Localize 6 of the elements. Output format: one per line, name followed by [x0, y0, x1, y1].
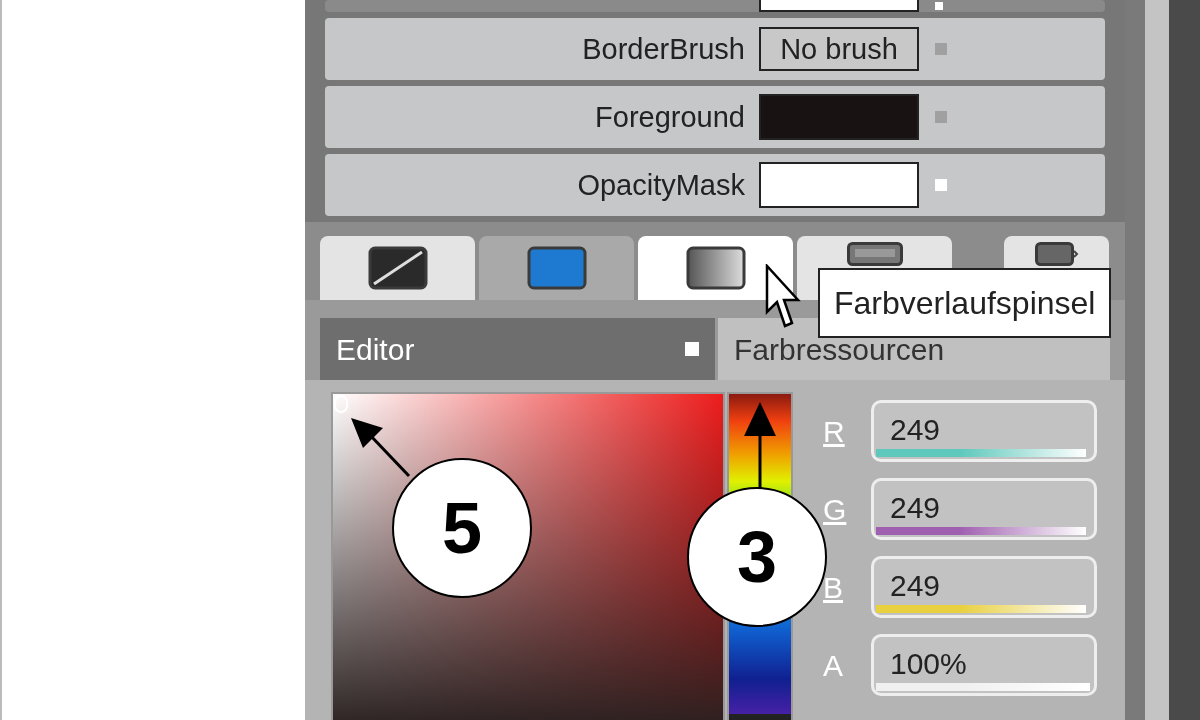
channel-label: A	[823, 647, 844, 684]
tooltip: Farbverlaufspinsel	[818, 268, 1112, 338]
channel-label: R	[823, 413, 846, 450]
property-label: Foreground	[595, 100, 745, 133]
property-label: OpacityMask	[577, 168, 745, 201]
property-label: BorderBrush	[582, 32, 745, 65]
